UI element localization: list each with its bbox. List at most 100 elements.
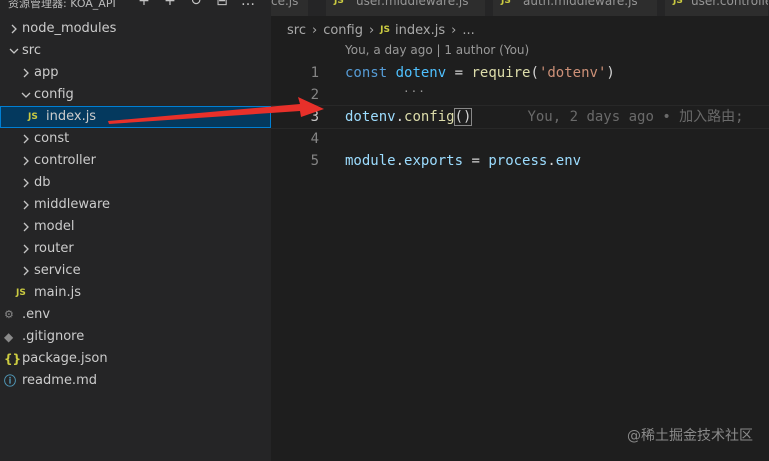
chevron-right-icon[interactable]: [20, 260, 32, 282]
chevron-right-icon[interactable]: [20, 128, 32, 150]
code-line-2[interactable]: 2: [271, 84, 769, 106]
js-file-icon: JS: [380, 25, 391, 35]
breadcrumb: src › config › JS index.js › ...: [287, 21, 475, 39]
tab-user-controller[interactable]: JS user.controlle: [665, 0, 769, 16]
tree-item-label: config: [34, 87, 74, 102]
breadcrumb-item-file[interactable]: index.js: [395, 23, 445, 38]
tab-user-middleware[interactable]: JS user.middleware.js: [326, 0, 486, 16]
chevron-right-icon[interactable]: [20, 150, 32, 172]
tree-folder-src[interactable]: src: [0, 40, 271, 62]
watermark: @稀土掘金技术社区: [627, 428, 753, 444]
tab-label: ce.js: [271, 0, 299, 8]
gear-icon: ⚙: [4, 308, 14, 321]
tree-folder-config[interactable]: config: [0, 84, 271, 106]
dot: .: [395, 153, 405, 169]
tree-item-label: controller: [34, 153, 97, 168]
tree-item-label: package.json: [22, 351, 108, 366]
collapse-all-icon[interactable]: ⊟: [214, 0, 230, 10]
tree-folder-node-modules[interactable]: node_modules: [0, 18, 271, 40]
keyword: const: [345, 65, 388, 81]
tree-folder-controller[interactable]: controller: [0, 150, 271, 172]
line-number: 2: [310, 87, 319, 103]
operator: =: [454, 65, 464, 81]
new-file-icon[interactable]: +: [136, 0, 152, 10]
js-file-icon: JS: [673, 0, 683, 6]
info-icon: ⓘ: [4, 374, 17, 388]
chevron-right-icon: ›: [311, 22, 318, 38]
paren: ): [606, 65, 615, 81]
breadcrumb-tail[interactable]: ...: [462, 23, 474, 38]
new-folder-icon[interactable]: +: [162, 0, 178, 10]
code-lines[interactable]: 1 const dotenv = require('dotenv') ... 2…: [271, 62, 769, 172]
tree-file-package-json[interactable]: {} package.json: [0, 348, 271, 370]
chevron-right-icon[interactable]: [20, 194, 32, 216]
chevron-down-icon[interactable]: [20, 84, 32, 106]
editor-tabs: ce.js JS user.middleware.js JS auth.midd…: [271, 0, 769, 16]
code-line-1[interactable]: 1 const dotenv = require('dotenv') ...: [271, 62, 769, 95]
tree-item-label: const: [34, 131, 70, 146]
tab-auth-middleware[interactable]: JS auth.middleware.js: [493, 0, 658, 16]
tree-folder-router[interactable]: router: [0, 238, 271, 260]
git-codelens[interactable]: You, a day ago | 1 author (You): [345, 43, 529, 57]
explorer-title: 资源管理器: KOA_API: [8, 0, 116, 10]
tree-item-label: .env: [22, 307, 51, 322]
code-content: module.exports = process.env: [345, 150, 581, 172]
tree-item-label: main.js: [34, 285, 81, 300]
tree-item-label: model: [34, 219, 75, 234]
dot: .: [547, 153, 556, 169]
code-line-4[interactable]: 4: [271, 128, 769, 150]
line-number: 1: [310, 65, 319, 81]
chevron-down-icon[interactable]: [8, 40, 20, 62]
tree-item-label: readme.md: [22, 373, 97, 388]
chevron-right-icon[interactable]: [8, 18, 20, 40]
tree-item-label: node_modules: [22, 21, 117, 36]
tree-folder-app[interactable]: app: [0, 62, 271, 84]
tree-file-index-js[interactable]: JS index.js: [0, 106, 271, 128]
tree-folder-db[interactable]: db: [0, 172, 271, 194]
line-number: 5: [310, 153, 319, 169]
operator: =: [471, 153, 480, 169]
paren: (): [453, 108, 473, 126]
chevron-right-icon[interactable]: [20, 62, 32, 84]
breadcrumb-item-config[interactable]: config: [323, 23, 363, 38]
refresh-icon[interactable]: ↻: [188, 0, 204, 10]
code-content: dotenv.config() You, 2 days ago • 加入路由;: [345, 106, 744, 128]
string-literal: 'dotenv': [538, 65, 607, 81]
code-line-3[interactable]: 3 dotenv.config() You, 2 days ago • 加入路由;: [271, 105, 769, 129]
file-tree: node_modulessrc app config JS index.js const c…: [0, 18, 271, 392]
js-file-icon: JS: [501, 0, 511, 6]
tree-folder-model[interactable]: model: [0, 216, 271, 238]
tree-file-main-js[interactable]: JS main.js: [0, 282, 271, 304]
tab-label: auth.middleware.js: [523, 0, 638, 8]
json-file-icon: {}: [4, 352, 22, 366]
property: env: [555, 153, 582, 169]
tree-file-gitignore[interactable]: ◆ .gitignore: [0, 326, 271, 348]
tab-ce-js[interactable]: ce.js: [271, 0, 309, 16]
editor-pane: ce.js JS user.middleware.js JS auth.midd…: [271, 0, 769, 461]
chevron-right-icon[interactable]: [20, 172, 32, 194]
more-icon[interactable]: …: [240, 0, 256, 10]
explorer-actions: + + ↻ ⊟ …: [136, 0, 256, 10]
tree-file-readme-md[interactable]: ⓘ readme.md: [0, 370, 271, 392]
tree-folder-const[interactable]: const: [0, 128, 271, 150]
tree-item-label: src: [22, 43, 41, 58]
tree-folder-service[interactable]: service: [0, 260, 271, 282]
line-number: 3: [310, 109, 319, 125]
variable: process: [488, 153, 548, 169]
code-content: const dotenv = require('dotenv'): [345, 62, 615, 84]
variable: dotenv: [345, 109, 396, 125]
paren: (: [530, 65, 539, 81]
function-name: require: [471, 65, 531, 81]
chevron-right-icon[interactable]: [20, 238, 32, 260]
tree-folder-middleware[interactable]: middleware: [0, 194, 271, 216]
chevron-right-icon: ›: [368, 22, 375, 38]
tree-item-label: middleware: [34, 197, 111, 212]
tree-item-label: index.js: [46, 109, 97, 124]
chevron-right-icon[interactable]: [20, 216, 32, 238]
tree-file-env[interactable]: ⚙ .env: [0, 304, 271, 326]
tree-item-label: app: [34, 65, 59, 80]
code-line-5[interactable]: 5 module.exports = process.env: [271, 150, 769, 172]
breadcrumb-item-src[interactable]: src: [287, 23, 306, 38]
chevron-right-icon: ›: [451, 22, 457, 38]
tree-item-label: router: [34, 241, 74, 256]
